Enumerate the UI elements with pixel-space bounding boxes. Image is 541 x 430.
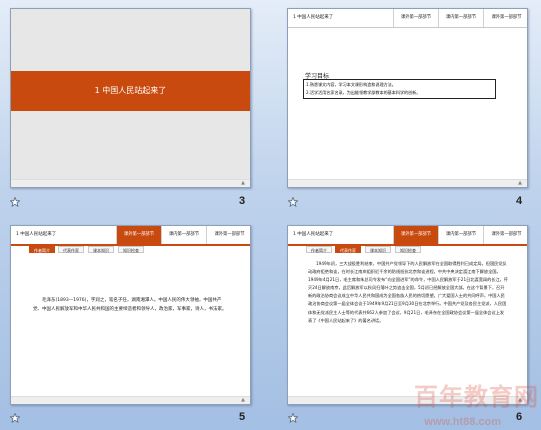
slide-tab-3: 课外第一部部节 bbox=[206, 226, 250, 244]
subtab-works: 代表作家 bbox=[335, 246, 361, 253]
footer-mark-icon: ▲ bbox=[241, 180, 245, 186]
goal-item: 2.活学活用名家名录，为出能领教学部教本的基本科学的创新。 bbox=[306, 90, 421, 95]
transition-star-icon[interactable] bbox=[288, 197, 298, 207]
site-watermark: 百年教育网 bbox=[414, 383, 539, 411]
slide-header-bar: 1 中国人民站起来了 课外第一部部节 课内第一部部节 课外第一部部节 bbox=[11, 226, 250, 245]
slide-tab-3: 课外第一部部节 bbox=[483, 9, 527, 27]
slide-thumbnail-4[interactable]: 1 中国人民站起来了 课外第一部部节 课内第一部部节 课外第一部部节 学习目标 … bbox=[287, 8, 528, 188]
header-label: 1 中国人民站起来了 bbox=[293, 15, 334, 20]
subtab-check: 知识检查 bbox=[395, 246, 421, 253]
slide-tab-3: 课外第一部部节 bbox=[483, 226, 527, 244]
slide-number: 4 bbox=[516, 195, 523, 207]
slide-footer: ▲ bbox=[11, 179, 250, 187]
slide-number: 5 bbox=[239, 411, 246, 423]
subtab-works: 代表作家 bbox=[58, 246, 84, 253]
subtab-bar: 作者简介 代表作家 课本知识 知识检查 bbox=[11, 246, 250, 254]
transition-star-icon[interactable] bbox=[288, 413, 298, 423]
slide-tab-1: 课外第一部部节 bbox=[393, 226, 438, 244]
slide-tab-1: 课外第一部部节 bbox=[393, 9, 438, 27]
slide-header-bar: 1 中国人民站起来了 课外第一部部节 课内第一部部节 课外第一部部节 bbox=[288, 9, 527, 28]
slide-footer: ▲ bbox=[11, 396, 250, 404]
slide-title: 1 中国人民站起来了 bbox=[94, 86, 167, 95]
slide-header-bar: 1 中国人民站起来了 课外第一部部节 课内第一部部节 课外第一部部节 bbox=[288, 226, 527, 245]
goals-box: 1.熟悉课文内容，学习本文课形构造和说理方法。 2.活学活用名家名录，为出能领教… bbox=[303, 79, 496, 99]
slide-thumbnail-3[interactable]: 1 中国人民站起来了 ▲ bbox=[10, 8, 251, 188]
background-paragraph: 1949年初，三大战役胜利结束，中国共产党领导下的人民解放军在全国取得胜利已成定… bbox=[308, 261, 509, 323]
subtab-author: 作者简介 bbox=[306, 246, 332, 253]
goal-item: 1.熟悉课文内容，学习本文课形构造和说理方法。 bbox=[306, 82, 396, 87]
subtab-author: 作者简介 bbox=[29, 246, 55, 253]
footer-mark-icon: ▲ bbox=[241, 397, 245, 403]
slide-tab-1: 课外第一部部节 bbox=[116, 226, 161, 244]
slide-tab-2: 课内第一部部节 bbox=[161, 226, 206, 244]
header-label: 1 中国人民站起来了 bbox=[293, 232, 334, 237]
author-paragraph: 毛泽东(1893—1976)，字润之，笔名子任，湖南湘潭人。中国人民的伟大领袖，… bbox=[33, 298, 227, 312]
subtab-knowledge: 课本知识 bbox=[88, 246, 114, 253]
header-label: 1 中国人民站起来了 bbox=[16, 232, 57, 237]
slide-footer: ▲ bbox=[288, 179, 527, 187]
subtab-knowledge: 课本知识 bbox=[365, 246, 391, 253]
watermark-url: www.ht88.com bbox=[424, 416, 501, 428]
subtab-bar: 作者简介 代表作家 课本知识 知识检查 bbox=[288, 246, 527, 254]
subtab-check: 知识检查 bbox=[118, 246, 144, 253]
title-band: 1 中国人民站起来了 bbox=[11, 71, 250, 111]
footer-mark-icon: ▲ bbox=[518, 180, 522, 186]
slide-tab-2: 课内第一部部节 bbox=[438, 9, 483, 27]
transition-star-icon[interactable] bbox=[10, 197, 20, 207]
transition-star-icon[interactable] bbox=[10, 413, 20, 423]
slide-thumbnail-5[interactable]: 1 中国人民站起来了 课外第一部部节 课内第一部部节 课外第一部部节 作者简介 … bbox=[10, 225, 251, 405]
slide-tab-2: 课内第一部部节 bbox=[438, 226, 483, 244]
slide-number: 6 bbox=[516, 411, 523, 423]
slide-number: 3 bbox=[239, 195, 246, 207]
